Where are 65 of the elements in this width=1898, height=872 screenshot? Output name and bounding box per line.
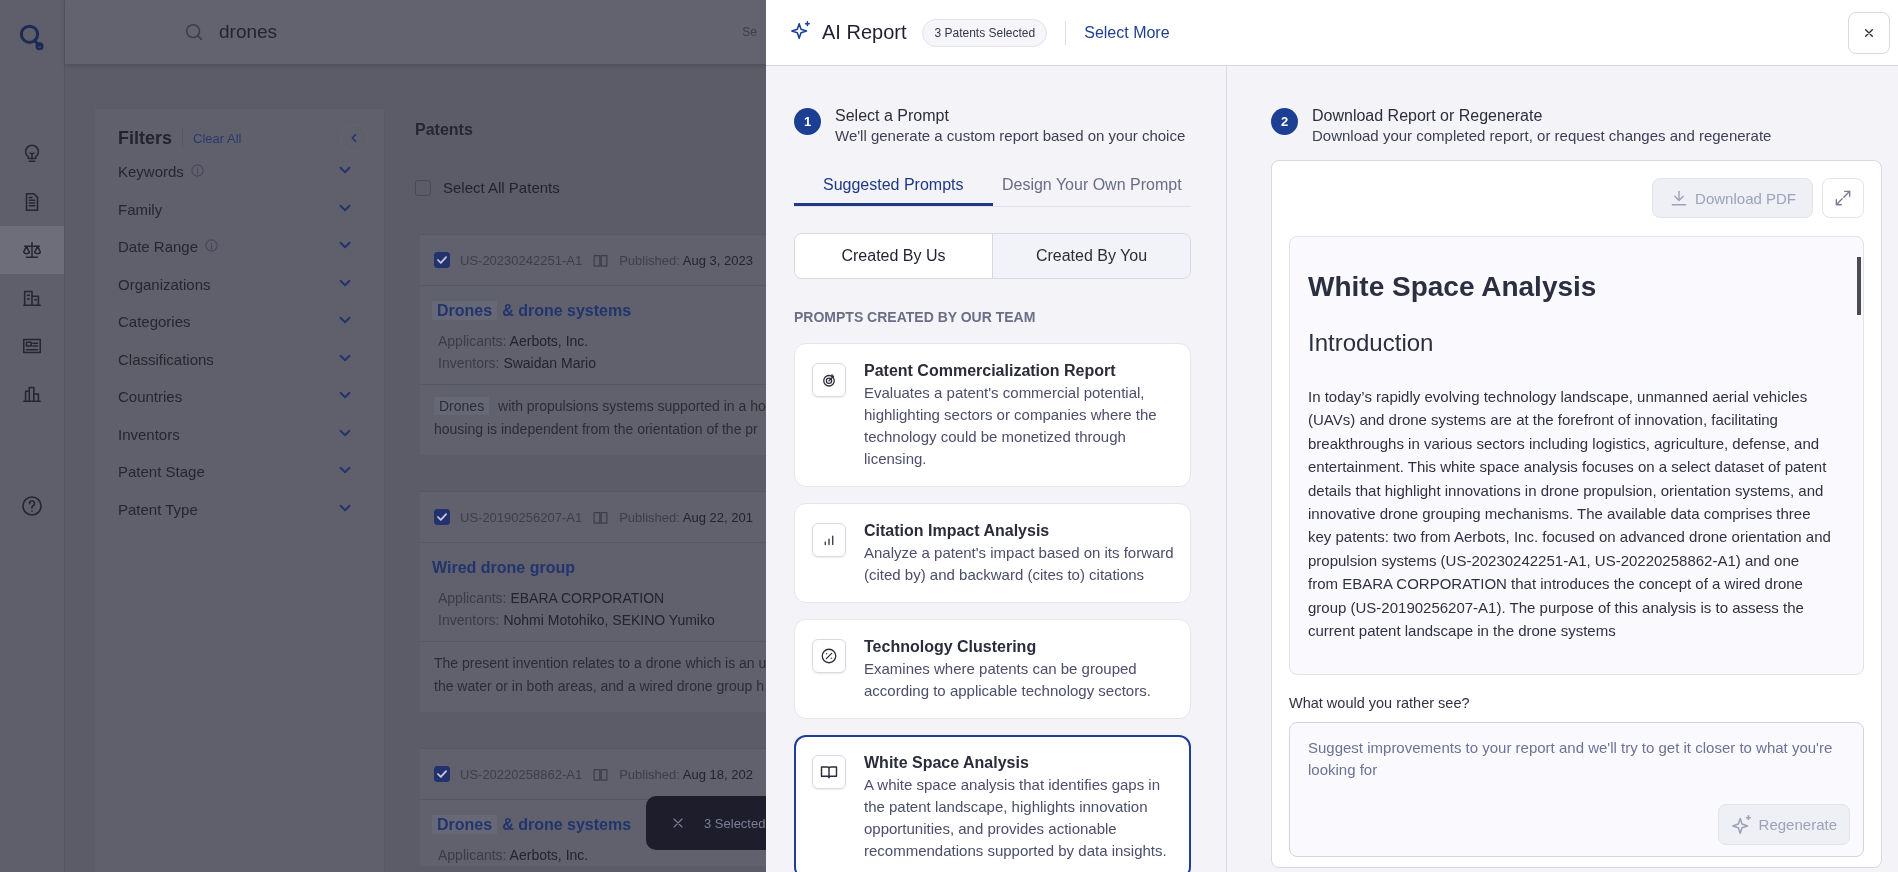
nav-item[interactable] <box>0 226 64 274</box>
tab[interactable]: Design Your Own Prompt <box>992 166 1191 206</box>
filter-label[interactable]: Classifications <box>118 350 214 368</box>
patent-title[interactable]: Drones & drone systems <box>432 816 632 834</box>
filter-label[interactable]: Patent Stage <box>118 463 205 481</box>
expand-button[interactable] <box>1822 178 1864 218</box>
step-number: 2 <box>1271 108 1298 135</box>
filter-label[interactable]: Date Range <box>118 238 199 256</box>
filter-label[interactable]: Family <box>118 200 163 218</box>
report-paragraph: In today’s rapidly evolving technology landscape, unmanned aerial vehicles (UAVs) and drone systems are at the forefront of innovation, facilitating breakthroughs in various sectors including logistics, agriculture, defense, and entertainment. This white space analysis focuses on a select dataset of patent details that highlight innovations in drone propulsion, orientation systems, and innovative drone grouping mechanisms. The available data comprises three key patents: two from Aerbots, Inc. focused on advanced drone orientation and propulsion systems (US-20230242251-A1, US-20220258862-A1) and one from EBARA CORPORATION that introduces the concept of a wired drone group (US-20190256207-A1). The purpose of this analysis is to assess the current patent landscape in the drone systems <box>1308 387 1832 642</box>
prompt-description: Evaluates a patent's commercial potential, highlighting sectors or companies where the technology could be monetized through licensing. <box>864 383 1158 469</box>
info-icon <box>189 162 205 178</box>
prompt-title: Patent Commercialization Report <box>864 361 1117 381</box>
feedback-label: What would you rather see? <box>1289 695 1471 711</box>
prompt-card[interactable]: Patent Commercialization Report Evaluates a patent's commercial potential, highlighting sectors or companies where the technology could be monetized through licensing. <box>794 343 1191 487</box>
checkbox[interactable] <box>434 509 450 525</box>
prompt-description: A white space analysis that identifies gaps in the patent landscape, highlights innovation opportunities, and provides actionable recommendations supported by data insights. <box>864 775 1168 861</box>
filters-title: Filters <box>118 127 173 149</box>
select-all-label[interactable]: Select All Patents <box>443 179 560 196</box>
percent-icon <box>820 647 838 665</box>
toast-label: 3 Selected <box>704 815 766 831</box>
selection-chip: 3 Patents Selected <box>922 18 1048 47</box>
drawer-title: AI Report <box>822 21 907 44</box>
patents-title: Patents <box>415 121 474 140</box>
expand-icon <box>1833 188 1853 208</box>
prompt-card[interactable]: White Space Analysis A white space analysis that identifies gaps in the patent landscape, highlights innovation opportunities, and provides actionable recommendations supported by data insights. <box>794 735 1191 872</box>
prompt-card[interactable]: Citation Impact Analysis Analyze a patent's impact based on its forward (cited by) and backward (cites to) citations <box>794 503 1191 603</box>
prompt-description: Examines where patents can be grouped according to applicable technology sectors. <box>864 659 1152 701</box>
prompt-title: White Space Analysis <box>864 753 1030 773</box>
segment-button[interactable]: Created By You <box>992 234 1190 278</box>
prompt-title: Technology Clustering <box>864 637 1038 657</box>
report-title: White Space Analysis <box>1308 271 1598 303</box>
scrollbar[interactable] <box>1857 257 1861 315</box>
scale-icon <box>21 239 43 261</box>
segment-button[interactable]: Created By Us <box>795 234 992 278</box>
checkbox[interactable] <box>434 766 450 782</box>
filter-label[interactable]: Categories <box>118 313 191 331</box>
search-icon <box>183 21 205 43</box>
patent-title[interactable]: Wired drone group <box>432 559 575 577</box>
target-icon <box>820 371 838 389</box>
step-title: Download Report or Regenerate <box>1312 106 1544 126</box>
section-heading: PROMPTS CREATED BY OUR TEAM <box>794 309 1037 325</box>
checkbox[interactable] <box>434 252 450 268</box>
tab[interactable]: Suggested Prompts <box>794 166 993 206</box>
step-subtitle: We'll generate a custom report based on your choice <box>835 126 1186 146</box>
select-more-link[interactable]: Select More <box>1084 23 1170 42</box>
filter-label[interactable]: Inventors <box>118 425 180 443</box>
prompt-description: Analyze a patent's impact based on its forward (cited by) and backward (cites to) citations <box>864 543 1175 585</box>
help-icon <box>20 494 44 518</box>
filter-label[interactable]: Countries <box>118 388 183 406</box>
sparkle-icon <box>790 19 812 42</box>
sparkle-icon <box>1730 813 1753 836</box>
patent-title[interactable]: Drones & drone systems <box>432 302 632 320</box>
prompt-title: Citation Impact Analysis <box>864 521 1051 541</box>
report-heading: Introduction <box>1308 329 1435 357</box>
info-icon <box>204 237 220 253</box>
filter-label[interactable]: Keywords <box>118 163 184 181</box>
filter-label[interactable]: Patent Type <box>118 500 198 518</box>
prompt-card[interactable]: Technology Clustering Examines where patents can be grouped according to applicable technology sectors. <box>794 619 1191 719</box>
step-number: 1 <box>794 108 821 135</box>
filter-label[interactable]: Organizations <box>118 275 211 293</box>
step-subtitle: Download your completed report, or request changes and regenerate <box>1312 126 1772 146</box>
search-value: drones <box>219 21 278 43</box>
close-button[interactable] <box>1848 11 1890 54</box>
step-title: Select a Prompt <box>835 106 950 126</box>
